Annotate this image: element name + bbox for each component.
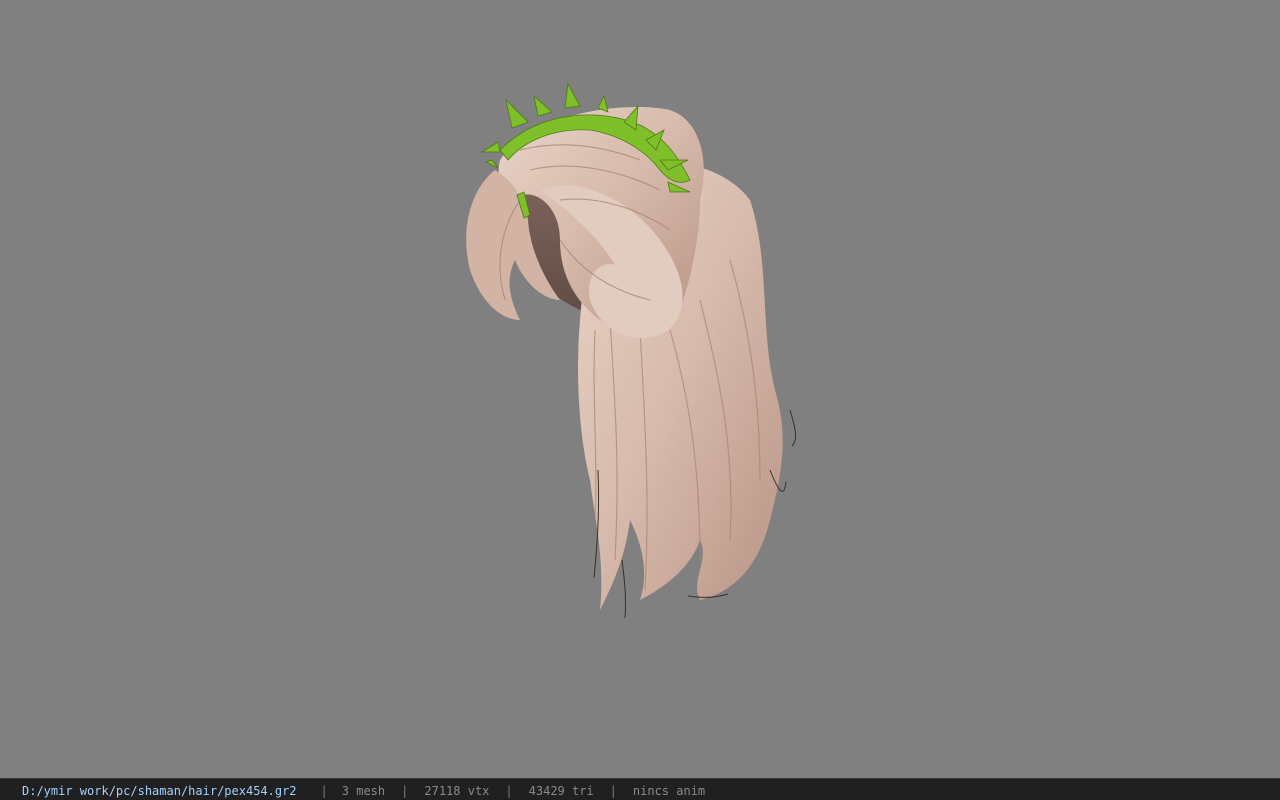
status-animation: nincs anim xyxy=(632,784,706,798)
status-mesh-count: 3 mesh xyxy=(341,784,386,798)
hair-model-render xyxy=(466,82,797,619)
status-vertex-count: 27118 vtx xyxy=(424,784,490,798)
status-triangle-count: 43429 tri xyxy=(528,784,594,798)
status-bar: D:/ymir work/pc/shaman/hair/pex454.gr2 |… xyxy=(0,778,1280,800)
status-separator: | xyxy=(401,784,409,798)
status-separator: | xyxy=(505,784,513,798)
model-viewer-window: D:/ymir work/pc/shaman/hair/pex454.gr2 |… xyxy=(0,0,1280,800)
status-file-path: D:/ymir work/pc/shaman/hair/pex454.gr2 xyxy=(22,784,297,798)
3d-viewport[interactable] xyxy=(0,0,1280,778)
status-separator: | xyxy=(609,784,617,798)
status-separator: | xyxy=(320,784,328,798)
